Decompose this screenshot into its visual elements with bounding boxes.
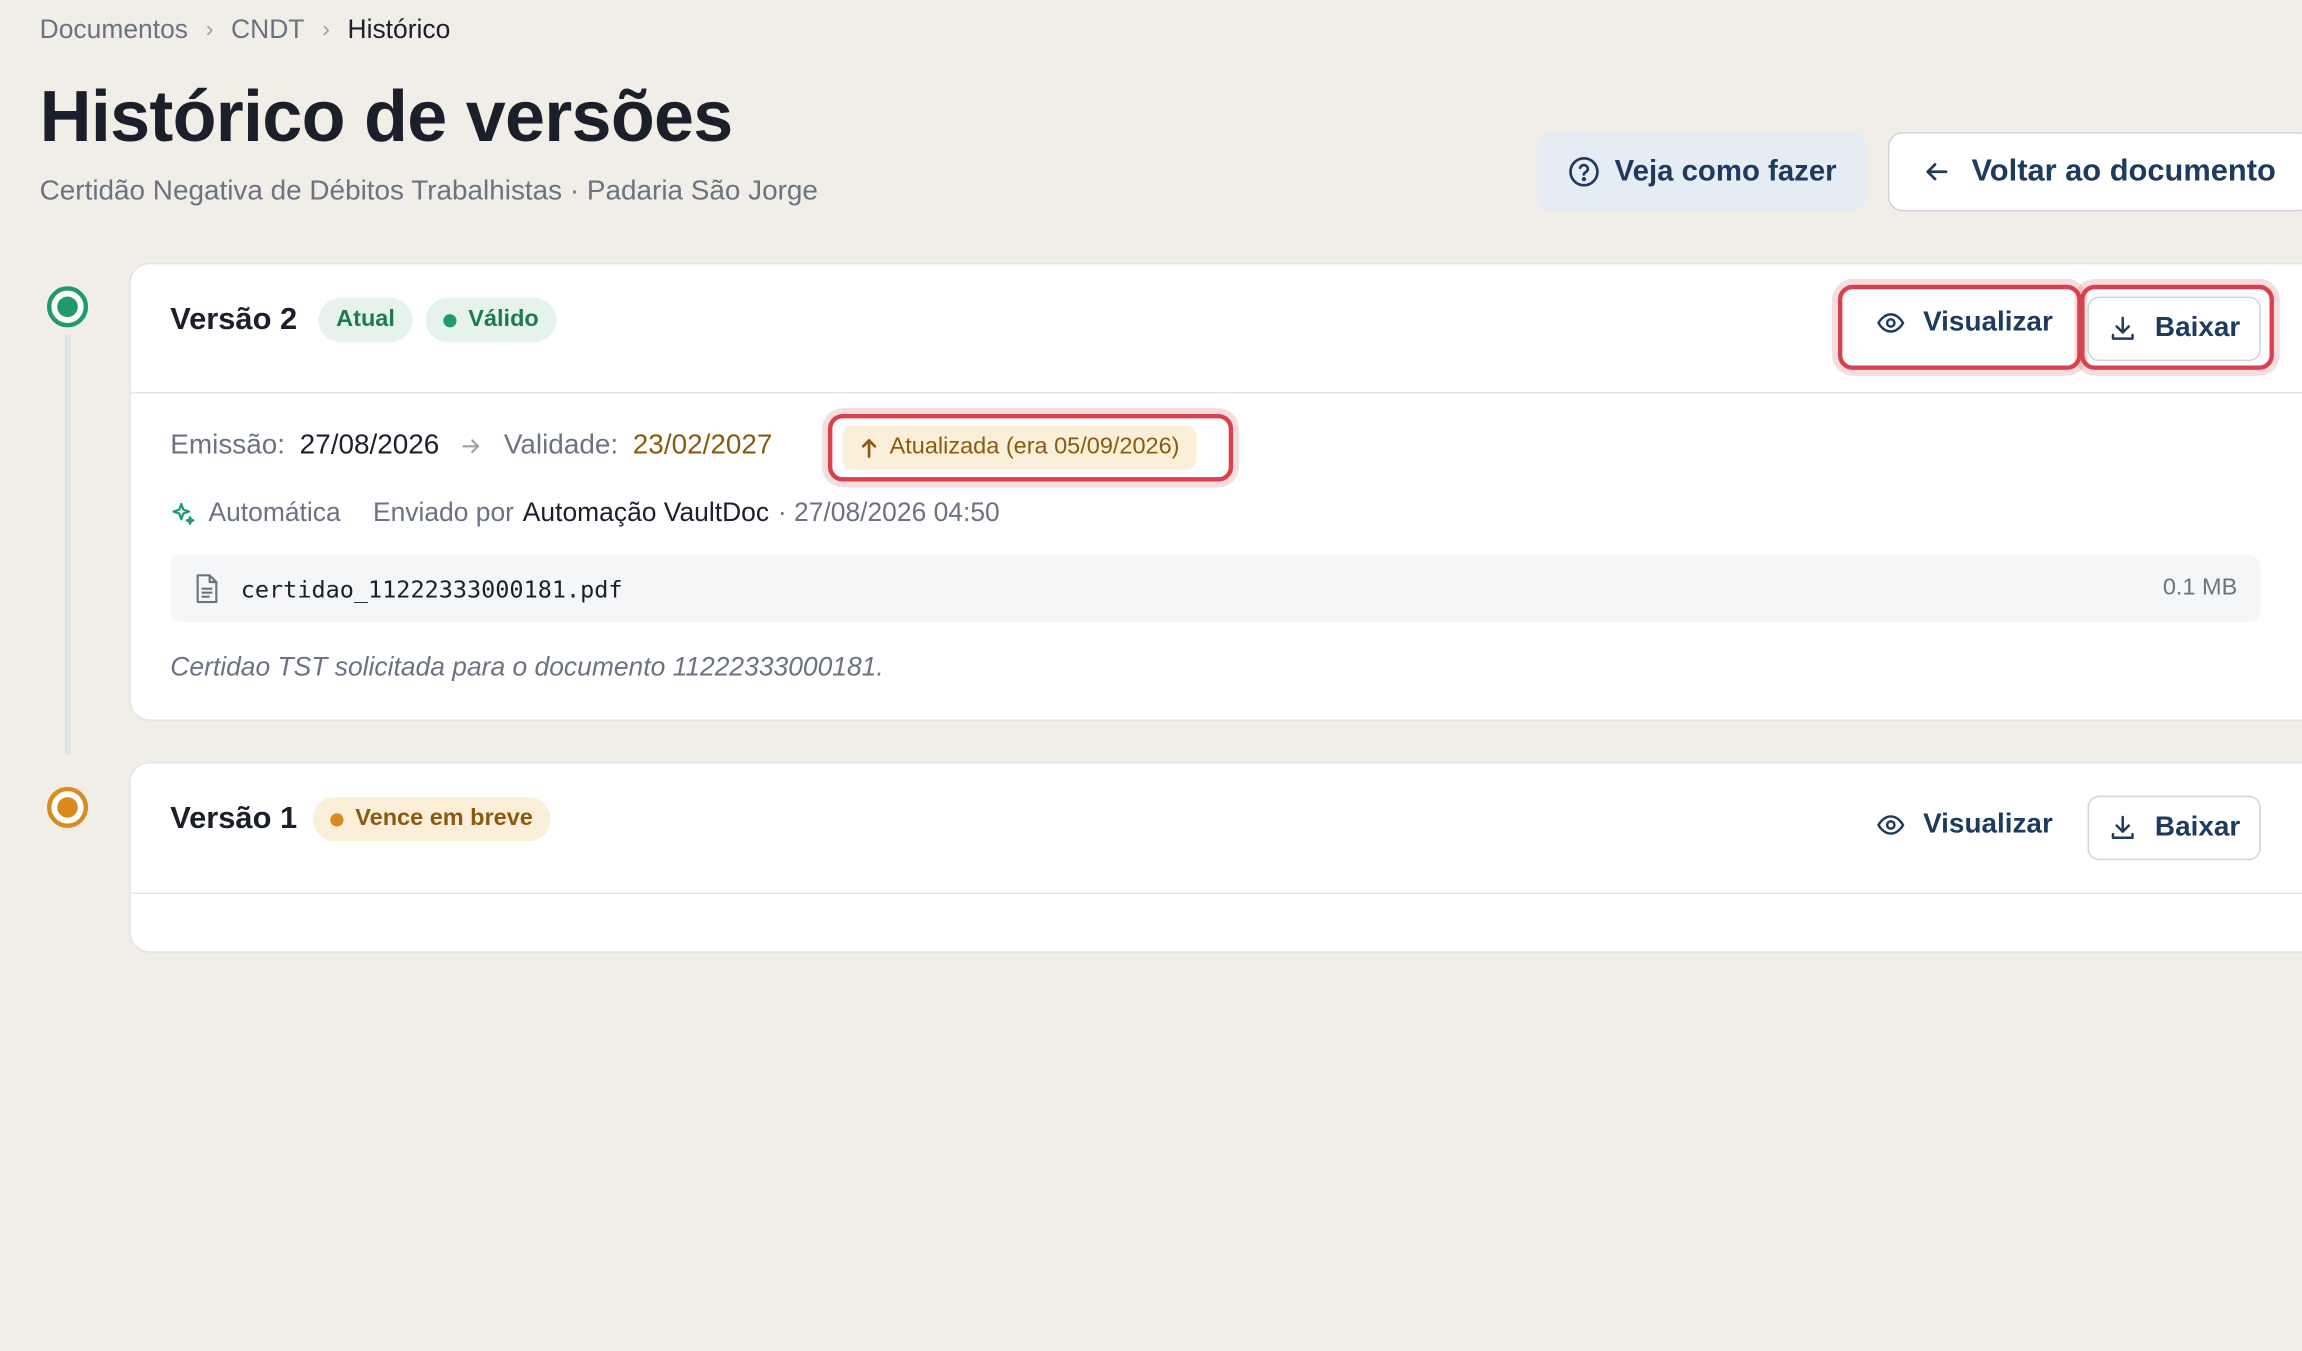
version-title: Versão 2 — [170, 302, 298, 337]
validity-label: Validade: — [503, 430, 619, 461]
chevron-right-icon: › — [205, 16, 214, 42]
status-dot — [443, 313, 457, 327]
sparkle-icon — [172, 502, 195, 525]
breadcrumb: Documentos › CNDT › Histórico — [40, 15, 451, 46]
breadcrumb-item-current: Histórico — [347, 14, 451, 45]
arrow-left-icon — [1926, 163, 1948, 181]
status-badge-label: Vence em breve — [355, 805, 533, 831]
timeline-dot-version-1 — [46, 786, 89, 828]
dates-row: Emissão: 27/08/2026 Validade: 23/02/2027 — [170, 430, 772, 462]
file-row[interactable]: certidao_11222333000181.pdf 0.1 MB — [170, 554, 2261, 623]
validity-value: 23/02/2027 — [632, 430, 773, 461]
page-title: Histórico de versões — [39, 77, 734, 158]
view-button-label: Visualizar — [1923, 306, 2053, 338]
page-subtitle: Certidão Negativa de Débitos Trabalhista… — [39, 176, 818, 207]
version-title: Versão 1 — [170, 801, 298, 836]
card-divider — [130, 892, 2302, 895]
emission-label: Emissão: — [170, 430, 285, 461]
download-button-label: Baixar — [2154, 811, 2241, 843]
help-button-label: Veja como fazer — [1614, 154, 1837, 188]
timeline-dot-version-2 — [46, 286, 89, 328]
help-button[interactable]: Veja como fazer — [1536, 132, 1868, 212]
back-button-label: Voltar ao documento — [1971, 154, 2276, 188]
arrow-up-icon — [861, 439, 877, 458]
status-badge: Vence em breve — [312, 797, 551, 842]
status-badge-label: Válido — [468, 306, 539, 332]
download-icon — [2111, 316, 2134, 340]
file-icon — [196, 574, 218, 604]
status-badge: Válido — [425, 298, 557, 343]
file-size: 0.1 MB — [2162, 575, 2238, 601]
sent-by-value: Automação VaultDoc — [522, 497, 770, 528]
download-button[interactable]: Baixar — [2087, 795, 2261, 861]
updated-badge: Atualizada (era 05/09/2026) — [842, 425, 1198, 470]
status-dot — [330, 812, 344, 826]
download-button[interactable]: Baixar — [2087, 296, 2261, 362]
arrow-right-icon — [462, 439, 480, 454]
view-button[interactable]: Visualizar — [1876, 307, 2053, 339]
chevron-right-icon: › — [322, 16, 330, 42]
eye-icon — [1877, 313, 1905, 333]
timeline-line — [64, 334, 71, 755]
question-circle-icon — [1569, 156, 1599, 187]
sent-at-value: · 27/08/2026 04:50 — [777, 497, 1000, 528]
current-badge: Atual — [318, 298, 413, 343]
view-button-label: Visualizar — [1923, 808, 2053, 840]
sender-row: Automática Enviado por Automação VaultDo… — [170, 497, 1000, 529]
back-to-document-button[interactable]: Voltar ao documento — [1887, 132, 2302, 212]
emission-value: 27/08/2026 — [299, 430, 440, 461]
updated-badge-label: Atualizada (era 05/09/2026) — [889, 434, 1180, 460]
breadcrumb-item-documentos[interactable]: Documentos — [40, 15, 188, 46]
version-note: Certidao TST solicitada para o documento… — [170, 651, 884, 682]
eye-icon — [1877, 815, 1905, 835]
sent-by-label: Enviado por — [372, 497, 514, 528]
version-card-2: Versão 2 Atual Válido Visualizar Baixar … — [129, 262, 2302, 721]
download-button-label: Baixar — [2154, 312, 2241, 344]
mode-label: Automática — [208, 497, 341, 528]
download-icon — [2111, 815, 2134, 839]
file-name: certidao_11222333000181.pdf — [240, 574, 623, 603]
version-card-1: Versão 1 Vence em breve Visualizar Baixa… — [129, 761, 2302, 953]
breadcrumb-item-cndt[interactable]: CNDT — [231, 15, 304, 46]
card-divider — [130, 391, 2302, 394]
view-button[interactable]: Visualizar — [1876, 809, 2053, 841]
